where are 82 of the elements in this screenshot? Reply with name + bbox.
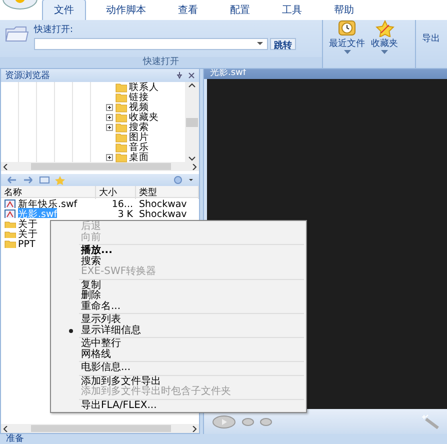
ribbon-tab[interactable]: 文件 <box>42 0 86 20</box>
expand-icon[interactable] <box>106 124 113 130</box>
menu-item[interactable]: 网格线 <box>51 350 306 360</box>
tree-item[interactable]: 音乐 <box>129 140 149 154</box>
scroll-left-icon <box>3 426 8 432</box>
menu-item[interactable]: 显示详细信息 <box>51 326 306 336</box>
star-icon <box>55 176 65 184</box>
menu-item[interactable]: 播放... <box>51 246 306 256</box>
menu-item[interactable]: 重命名... <box>51 302 306 312</box>
control-button-icon <box>260 418 272 426</box>
scroll-right-icon <box>192 164 197 170</box>
close-icon <box>188 72 195 79</box>
ribbon-tab[interactable]: 工具 <box>270 0 314 20</box>
forward-arrow-icon <box>23 176 34 184</box>
column-header[interactable]: 大小 <box>96 186 136 199</box>
window-icon <box>39 176 50 184</box>
scrollbar-thumb[interactable] <box>31 163 171 170</box>
scrollbar-thumb[interactable] <box>31 425 171 432</box>
quick-open-field[interactable] <box>34 38 268 50</box>
menu-item[interactable]: 复制 <box>51 280 306 291</box>
control-button-icon <box>242 418 254 426</box>
folder-icon <box>115 91 127 103</box>
folder-icon <box>115 121 127 133</box>
folder-icon <box>115 131 127 143</box>
status-text: 准备 <box>6 434 24 444</box>
ribbon-tab[interactable]: 帮助 <box>322 0 366 20</box>
tree-item[interactable]: 收藏夹 <box>129 110 159 124</box>
file-type: Shockwav <box>138 209 188 218</box>
dropdown-icon <box>257 42 263 45</box>
expand-icon[interactable] <box>106 114 113 120</box>
ribbon-tab[interactable]: 查看 <box>166 0 210 20</box>
pin-icon <box>176 72 183 79</box>
dropdown-icon <box>344 50 350 54</box>
ribbon-button[interactable]: 收藏夹 <box>369 20 400 68</box>
tree-item[interactable]: 链接 <box>129 90 149 104</box>
magic-wand-icon <box>421 414 439 429</box>
play-button-icon <box>212 414 236 428</box>
star-icon <box>374 20 394 37</box>
expand-icon[interactable] <box>106 154 113 160</box>
ribbon-tab[interactable]: 动作脚本 <box>94 0 158 20</box>
menu-item[interactable]: 导出FLA/FLEX... <box>51 400 306 411</box>
tree-item[interactable]: 图片 <box>129 130 149 144</box>
menu-item[interactable]: 添加到多文件导出 <box>51 376 306 387</box>
column-header[interactable]: 类型 <box>136 186 199 199</box>
folder-icon <box>115 111 127 123</box>
folder-icon <box>115 141 127 153</box>
menu-item[interactable]: 选中整行 <box>51 339 306 350</box>
go-button[interactable]: 跳转 <box>270 38 296 50</box>
folder-icon <box>4 228 16 238</box>
scroll-left-icon <box>3 164 8 170</box>
menu-item[interactable]: 删除 <box>51 291 306 302</box>
swf-file-icon <box>4 208 16 218</box>
scroll-up-icon <box>188 82 196 88</box>
scroll-down-icon <box>188 156 196 162</box>
quick-open-label: 快速打开: <box>34 24 74 36</box>
ribbon-button[interactable]: 导出 <box>420 32 442 68</box>
file-name[interactable]: PPT <box>18 238 36 248</box>
scroll-right-icon <box>192 426 197 432</box>
file-type: Shockwav <box>138 199 188 208</box>
tree-item[interactable]: 桌面 <box>129 150 149 164</box>
menu-item[interactable]: 电影信息... <box>51 363 306 374</box>
back-arrow-icon <box>7 176 18 184</box>
file-name[interactable]: 新年快乐.swf <box>18 198 78 208</box>
panel-title: 资源浏览器 <box>5 70 50 82</box>
file-name[interactable]: 关于 <box>18 218 38 228</box>
folder-icon <box>115 101 127 113</box>
file-name[interactable]: 关于 <box>18 228 38 238</box>
folder-icon <box>4 218 16 228</box>
ribbon-button[interactable]: 最近文件 <box>327 20 367 68</box>
folder-icon <box>4 238 16 248</box>
file-size: 3 K <box>116 209 134 218</box>
tree-item[interactable]: 联系人 <box>129 80 159 94</box>
dropdown-icon <box>381 50 388 54</box>
expand-icon[interactable] <box>106 104 113 110</box>
menu-item[interactable]: 搜索 <box>51 256 306 267</box>
scrollbar-thumb[interactable] <box>186 118 198 126</box>
tree-item[interactable]: 视频 <box>129 100 149 114</box>
tree-item[interactable]: 搜索 <box>129 120 149 134</box>
group-label: 快速打开 <box>0 57 322 68</box>
file-size: 16... <box>110 199 134 208</box>
menu-item[interactable]: 显示列表 <box>51 315 306 326</box>
ribbon-tab[interactable]: 配置 <box>218 0 262 20</box>
